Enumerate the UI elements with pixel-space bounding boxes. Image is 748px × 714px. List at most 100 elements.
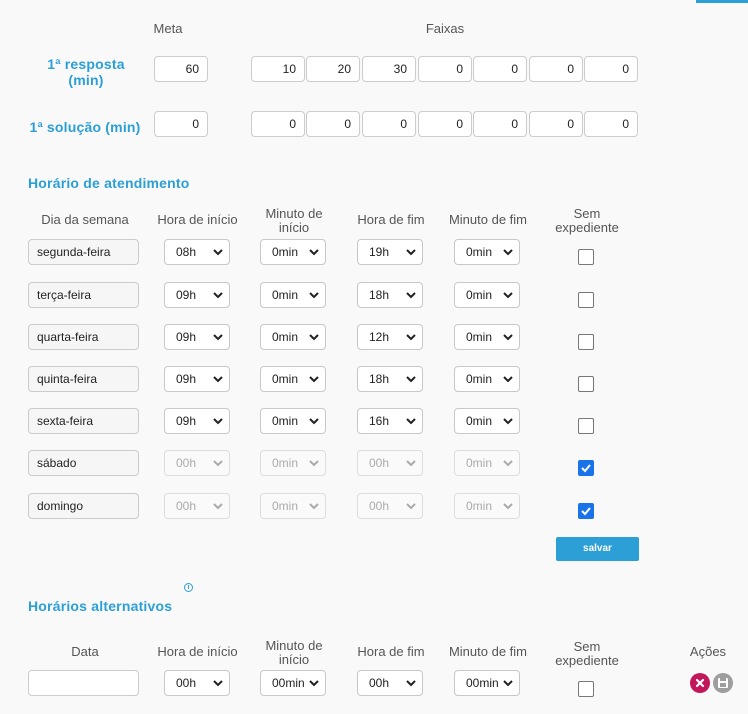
goal-faixa-input[interactable] (306, 56, 360, 82)
goal-faixa-input[interactable] (418, 56, 472, 82)
end-hour-select-value: 19h (369, 245, 390, 259)
faixas-header: Faixas (425, 21, 465, 36)
alt-no-shift-checkbox[interactable] (578, 681, 594, 697)
chevron-down-icon (213, 460, 223, 467)
start-minute-select[interactable]: 0min (260, 408, 326, 434)
alt-start-min-header: Minuto de início (254, 639, 334, 667)
end-hour-select: 00h (357, 493, 423, 519)
end-min-header: Minuto de fim (448, 212, 528, 227)
goal-faixa-input[interactable] (251, 111, 305, 137)
start-minute-select[interactable]: 0min (260, 366, 326, 392)
goal-faixa-input[interactable] (418, 111, 472, 137)
no-shift-checkbox[interactable] (578, 460, 594, 476)
save-row-button[interactable] (713, 673, 733, 693)
start-minute-select: 0min (260, 493, 326, 519)
goal-faixa-input[interactable] (362, 56, 416, 82)
start-minute-select-value: 0min (272, 414, 299, 428)
start-minute-select[interactable]: 0min (260, 324, 326, 350)
start-minute-select-value: 0min (272, 330, 299, 344)
save-button[interactable]: salvar (556, 537, 639, 561)
goal-faixa-input[interactable] (584, 111, 638, 137)
weekday-field (28, 282, 139, 308)
end-minute-select[interactable]: 0min (454, 366, 520, 392)
alternative-title: Horários alternativos (28, 598, 173, 614)
schedule-title: Horário de atendimento (28, 175, 190, 191)
start-minute-select[interactable]: 0min (260, 239, 326, 265)
goal-faixa-input[interactable] (473, 56, 527, 82)
end-minute-select-value: 0min (466, 372, 493, 386)
alt-end-minute-select[interactable]: 00min (454, 670, 520, 696)
end-minute-select[interactable]: 0min (454, 324, 520, 350)
goal-faixa-input[interactable] (584, 56, 638, 82)
alt-start-minute-select-value: 00min (272, 676, 305, 690)
no-shift-header-line1: Sem (573, 206, 601, 221)
start-hour-select-value: 08h (176, 245, 197, 259)
end-hour-select[interactable]: 18h (357, 282, 423, 308)
end-minute-select-value: 0min (466, 288, 493, 302)
chevron-down-icon (213, 249, 223, 256)
start-minute-select[interactable]: 0min (260, 282, 326, 308)
start-min-header-line1: Minuto de (265, 206, 323, 221)
no-shift-header: Sem expediente (545, 207, 629, 235)
first-response-label-line1: 1ª resposta (47, 56, 125, 72)
chevron-down-icon (309, 334, 319, 341)
end-hour-select[interactable]: 16h (357, 408, 423, 434)
end-hour-select-value: 00h (369, 456, 390, 470)
start-hour-select[interactable]: 09h (164, 408, 230, 434)
end-minute-select[interactable]: 0min (454, 408, 520, 434)
goal-meta-input[interactable] (154, 56, 208, 82)
end-minute-select[interactable]: 0min (454, 239, 520, 265)
end-minute-select[interactable]: 0min (454, 282, 520, 308)
chevron-down-icon (503, 376, 513, 383)
no-shift-checkbox[interactable] (578, 418, 594, 434)
end-hour-select[interactable]: 18h (357, 366, 423, 392)
start-hour-select: 00h (164, 450, 230, 476)
start-hour-select[interactable]: 09h (164, 324, 230, 350)
no-shift-checkbox[interactable] (578, 334, 594, 350)
chevron-down-icon (309, 418, 319, 425)
chevron-down-icon (309, 376, 319, 383)
end-minute-select-value: 0min (466, 245, 493, 259)
no-shift-checkbox[interactable] (578, 503, 594, 519)
floppy-disk-icon (718, 678, 728, 688)
alt-start-min-header-line1: Minuto de (265, 638, 323, 653)
chevron-down-icon (406, 292, 416, 299)
start-hour-select[interactable]: 09h (164, 282, 230, 308)
chevron-down-icon (503, 460, 513, 467)
end-hour-select-value: 16h (369, 414, 390, 428)
end-hour-select: 00h (357, 450, 423, 476)
end-hour-select[interactable]: 19h (357, 239, 423, 265)
goal-faixa-input[interactable] (251, 56, 305, 82)
alt-start-hour-select[interactable]: 00h (164, 670, 230, 696)
weekday-field (28, 408, 139, 434)
no-shift-checkbox[interactable] (578, 292, 594, 308)
info-icon[interactable]: i (184, 583, 193, 592)
end-minute-select: 0min (454, 493, 520, 519)
chevron-down-icon (213, 680, 223, 687)
no-shift-checkbox[interactable] (578, 376, 594, 392)
start-hour-select-value: 09h (176, 372, 197, 386)
goal-faixa-input[interactable] (529, 56, 583, 82)
alt-date-input[interactable] (28, 670, 139, 696)
goal-faixa-input[interactable] (306, 111, 360, 137)
first-response-label: 1ª resposta (min) (20, 56, 152, 88)
alt-end-min-header: Minuto de fim (448, 644, 528, 659)
weekday-field (28, 450, 139, 476)
delete-button[interactable] (690, 673, 710, 693)
start-hour-select[interactable]: 09h (164, 366, 230, 392)
goal-faixa-input[interactable] (529, 111, 583, 137)
alt-end-hour-select[interactable]: 00h (357, 670, 423, 696)
alt-start-minute-select[interactable]: 00min (260, 670, 326, 696)
start-hour-select[interactable]: 08h (164, 239, 230, 265)
weekday-field (28, 493, 139, 519)
checkmark-icon (581, 507, 591, 516)
end-hour-select[interactable]: 12h (357, 324, 423, 350)
no-shift-checkbox[interactable] (578, 249, 594, 265)
chevron-down-icon (406, 249, 416, 256)
chevron-down-icon (406, 680, 416, 687)
goal-faixa-input[interactable] (473, 111, 527, 137)
top-accent-bar (696, 0, 748, 3)
goal-meta-input[interactable] (154, 111, 208, 137)
start-minute-select-value: 0min (272, 288, 299, 302)
goal-faixa-input[interactable] (362, 111, 416, 137)
